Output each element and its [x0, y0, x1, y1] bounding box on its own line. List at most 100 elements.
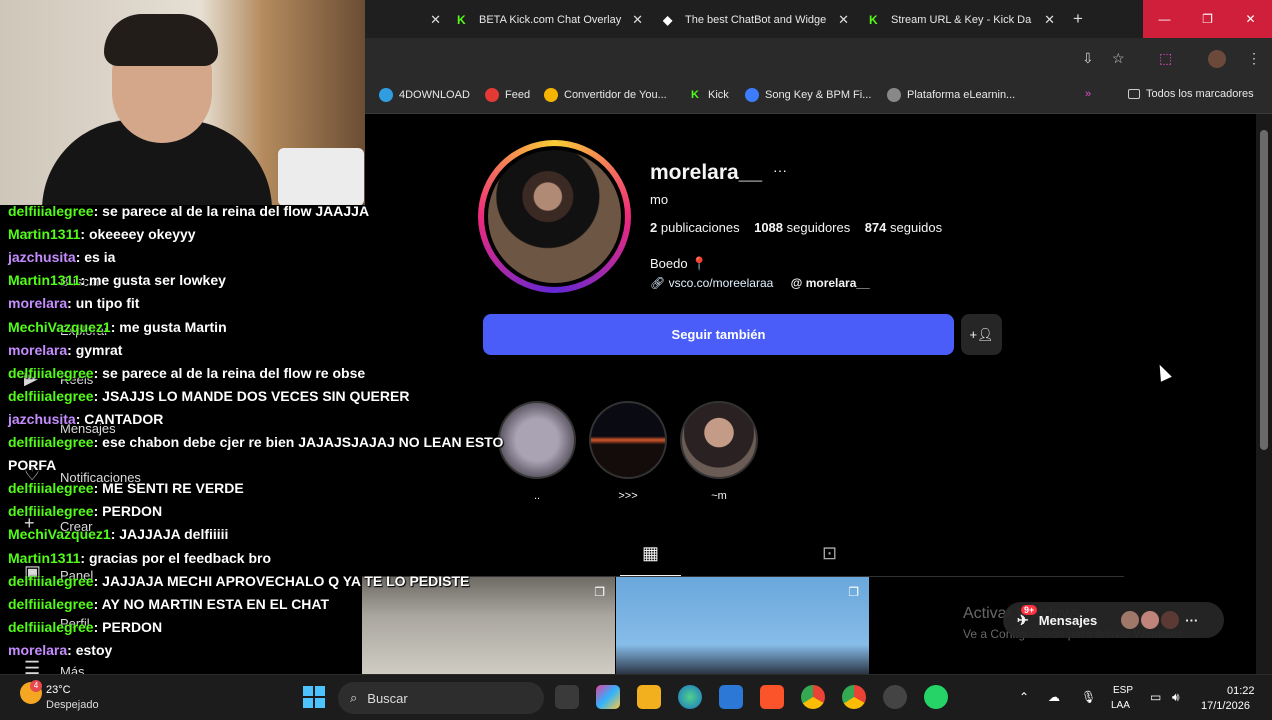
- temperature[interactable]: 23°C: [46, 684, 71, 696]
- chat-username[interactable]: jazchusita: [8, 411, 76, 427]
- windows-start-icon[interactable]: [303, 686, 325, 708]
- tab-chatbot[interactable]: ◆ The best ChatBot and Widge ✕: [663, 6, 849, 34]
- avatar: [1161, 611, 1180, 629]
- chat-username[interactable]: morelara: [8, 342, 67, 358]
- chrome-icon[interactable]: [801, 685, 825, 709]
- browser-menu-icon[interactable]: ⋮: [1247, 50, 1261, 67]
- chat-username[interactable]: delfiiialegree: [8, 596, 94, 612]
- taskbar-search[interactable]: ⌕ Buscar: [338, 682, 544, 714]
- chat-message: Martin1311: me gusta ser lowkey: [8, 272, 226, 288]
- chat-separator: :: [67, 641, 76, 658]
- chat-message: jazchusita: CANTADOR: [8, 411, 163, 427]
- chat-username[interactable]: delfiiialegree: [8, 480, 94, 496]
- avatar: [1121, 611, 1140, 629]
- language-indicator[interactable]: ESP: [1113, 685, 1133, 696]
- chat-username[interactable]: morelara: [8, 642, 67, 658]
- bookmark-star-icon[interactable]: ☆: [1112, 50, 1125, 67]
- suggested-users-button[interactable]: +👤︎: [961, 314, 1002, 355]
- new-tab-icon[interactable]: +: [1073, 9, 1083, 29]
- obs-icon[interactable]: [883, 685, 907, 709]
- chat-text: JAJJAJA delfiiiii: [119, 526, 229, 543]
- bookmark-feed[interactable]: Feed: [485, 88, 530, 102]
- chat-username[interactable]: jazchusita: [8, 249, 76, 265]
- tab-posts[interactable]: ▦: [620, 543, 681, 577]
- chat-message: Martin1311: okeeeey okeyyy: [8, 226, 196, 242]
- chat-username[interactable]: Martin1311: [8, 226, 80, 242]
- m365-icon[interactable]: [596, 685, 620, 709]
- music-icon: [745, 88, 759, 102]
- volume-icon[interactable]: 🔊︎: [1172, 690, 1180, 705]
- chat-username[interactable]: Martin1311: [8, 272, 80, 288]
- more-options-icon[interactable]: ···: [773, 162, 787, 178]
- chat-separator: :: [75, 410, 85, 427]
- chat-username[interactable]: delfiiialegree: [8, 388, 94, 404]
- threads-link[interactable]: @ morelara__: [791, 276, 870, 290]
- highlight-2[interactable]: [589, 401, 667, 479]
- chat-username[interactable]: morelara: [8, 295, 67, 311]
- bookmark-converter[interactable]: Convertidor de You...: [544, 88, 667, 102]
- chat-separator: :: [80, 549, 89, 566]
- bookmark-elearning[interactable]: Plataforma eLearnin...: [887, 88, 1015, 102]
- all-bookmarks-button[interactable]: Todos los marcadores: [1128, 88, 1254, 100]
- tab-close-icon[interactable]: ✕: [838, 12, 849, 28]
- store-icon[interactable]: [719, 685, 743, 709]
- tab-kick-chat-overlay[interactable]: K BETA Kick.com Chat Overlay ✕: [457, 6, 643, 34]
- chrome-active-icon[interactable]: [842, 685, 866, 709]
- install-app-icon[interactable]: ⇩: [1082, 50, 1094, 67]
- weather-description[interactable]: Despejado: [46, 699, 99, 711]
- chat-username[interactable]: delfiiialegree: [8, 503, 94, 519]
- post-thumbnail[interactable]: ❐: [616, 577, 869, 674]
- keyboard-layout[interactable]: LAA: [1111, 700, 1130, 711]
- chat-text: JSAJJS LO MANDE DOS VECES SIN QUERER: [102, 387, 410, 404]
- chat-separator: :: [93, 203, 103, 219]
- scrollbar-thumb[interactable]: [1260, 130, 1268, 450]
- network-icon[interactable]: ▭: [1150, 690, 1161, 704]
- chat-username[interactable]: delfiiialegree: [8, 365, 94, 381]
- chat-username[interactable]: MechiVazquez1: [8, 319, 111, 335]
- extensions-icon[interactable]: ⬚: [1159, 50, 1172, 67]
- profile-avatar[interactable]: [1208, 50, 1226, 68]
- brave-icon[interactable]: [760, 685, 784, 709]
- followers-stat[interactable]: 1088 seguidores: [754, 220, 850, 235]
- tab-close-icon[interactable]: ✕: [425, 6, 441, 34]
- whatsapp-icon[interactable]: [924, 685, 948, 709]
- minimize-button[interactable]: —: [1143, 0, 1186, 38]
- chat-message: PORFA: [8, 457, 56, 473]
- tab-close-icon[interactable]: ✕: [632, 12, 643, 28]
- close-window-button[interactable]: ✕: [1229, 0, 1272, 38]
- chat-message: delfiiialegree: ese chabon debe cjer re …: [8, 434, 503, 450]
- chevron-up-icon[interactable]: ⌃: [1019, 690, 1029, 704]
- chat-text: me gusta Martin: [119, 318, 227, 335]
- tab-close-icon[interactable]: ✕: [1044, 12, 1055, 28]
- bookmark-song-key[interactable]: Song Key & BPM Fi...: [745, 88, 871, 102]
- bookmark-4download[interactable]: 4DOWNLOAD: [379, 88, 470, 102]
- chat-username[interactable]: delfiiialegree: [8, 434, 94, 450]
- tab-tagged[interactable]: ⊡: [822, 543, 837, 564]
- clock-date[interactable]: 17/1/2026: [1201, 700, 1250, 712]
- chat-message: morelara: un tipo fit: [8, 295, 139, 311]
- task-view-icon[interactable]: [555, 685, 579, 709]
- chat-username[interactable]: delfiiialegree: [8, 203, 94, 219]
- bookmarks-bar: 4DOWNLOAD Feed Convertidor de You... K Ki…: [365, 80, 1272, 114]
- chat-username[interactable]: delfiiialegree: [8, 619, 94, 635]
- more-bookmarks-icon[interactable]: »: [1085, 88, 1091, 100]
- chat-username[interactable]: MechiVazquez1: [8, 526, 111, 542]
- edge-icon[interactable]: [678, 685, 702, 709]
- highlight-3[interactable]: [680, 401, 758, 479]
- file-explorer-icon[interactable]: [637, 685, 661, 709]
- maximize-button[interactable]: ❐: [1186, 0, 1229, 38]
- microphone-icon[interactable]: 🎙︎: [1081, 690, 1096, 704]
- chat-username[interactable]: Martin1311: [8, 550, 80, 566]
- posts-stat[interactable]: 2 publicaciones: [650, 220, 740, 235]
- clock-time[interactable]: 01:22: [1227, 685, 1255, 697]
- bio-link[interactable]: vsco.co/moreelaraa: [669, 276, 774, 290]
- messages-pill[interactable]: ✈︎ 9+ Mensajes ···: [1003, 602, 1224, 638]
- folder-icon: [1128, 89, 1140, 99]
- tab-stream-key[interactable]: K Stream URL & Key - Kick Da ✕: [869, 6, 1055, 34]
- bookmark-label: Convertidor de You...: [564, 89, 667, 101]
- following-stat[interactable]: 874 seguidos: [865, 220, 942, 235]
- bookmark-kick[interactable]: K Kick: [688, 88, 729, 102]
- onedrive-icon[interactable]: ☁︎: [1048, 690, 1060, 704]
- chat-username[interactable]: delfiiialegree: [8, 573, 94, 589]
- chat-separator: :: [110, 526, 120, 543]
